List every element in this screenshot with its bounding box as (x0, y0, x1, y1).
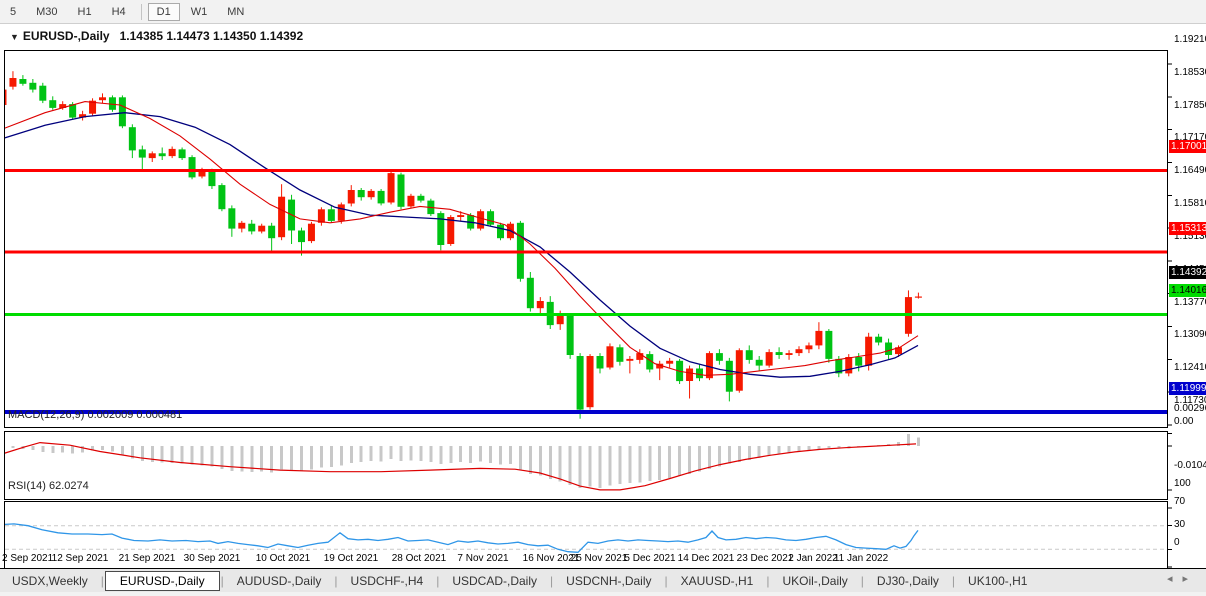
chart-tab-usdcad-daily[interactable]: USDCAD-,Daily (440, 571, 549, 591)
timeframe-toolbar: 5M30H1H4 D1W1MN (0, 0, 1206, 24)
chart-tab-xauusd-h1[interactable]: XAUUSD-,H1 (669, 571, 766, 591)
timeframe-button-mn[interactable]: MN (218, 3, 253, 21)
timeframe-button-d1[interactable]: D1 (148, 3, 180, 21)
tab-scroll-right-icon[interactable]: ▸ (1182, 573, 1198, 585)
chart-tab-usdx-weekly[interactable]: USDX,Weekly (0, 571, 100, 591)
chart-tab-usdcnh-daily[interactable]: USDCNH-,Daily (554, 571, 663, 591)
toolbar-separator (141, 4, 142, 20)
chart-tab-dj30-daily[interactable]: DJ30-,Daily (865, 571, 951, 591)
timeframe-button-h4[interactable]: H4 (103, 3, 135, 21)
chart-window[interactable] (0, 24, 1206, 568)
chart-tabs-bar: USDX,Weekly|EURUSD-,Daily|AUDUSD-,Daily|… (0, 569, 1206, 593)
tab-scroll-arrows: ◂▸ (1167, 572, 1198, 585)
timeframe-button-5[interactable]: 5 (1, 3, 25, 21)
chart-tab-eurusd-daily[interactable]: EURUSD-,Daily (105, 571, 220, 591)
timeframe-button-m30[interactable]: M30 (27, 3, 66, 21)
price-chart-canvas[interactable] (0, 24, 1206, 594)
timeframe-button-h1[interactable]: H1 (69, 3, 101, 21)
chart-tab-audusd-daily[interactable]: AUDUSD-,Daily (225, 571, 334, 591)
chart-tab-usdchf-h4[interactable]: USDCHF-,H4 (339, 571, 436, 591)
timeframe-button-w1[interactable]: W1 (182, 3, 217, 21)
chart-tab-uk100-h1[interactable]: UK100-,H1 (956, 571, 1039, 591)
status-strip (0, 592, 1206, 596)
tab-scroll-left-icon[interactable]: ◂ (1167, 573, 1183, 585)
chart-tab-ukoil-daily[interactable]: UKOil-,Daily (770, 571, 859, 591)
